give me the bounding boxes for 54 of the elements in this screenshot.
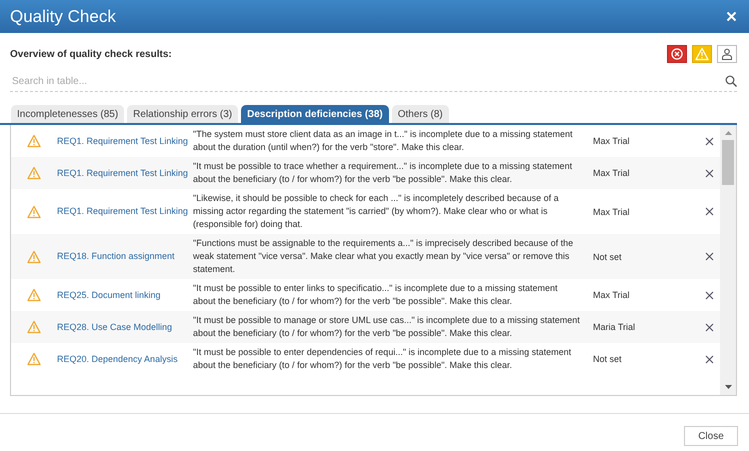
requirement-link[interactable]: REQ20. Dependency Analysis: [57, 352, 193, 366]
close-icon[interactable]: [726, 11, 737, 22]
warning-icon: [27, 250, 41, 264]
warning-icon: [27, 204, 41, 218]
requirement-link[interactable]: REQ1. Requirement Test Linking: [57, 166, 193, 180]
description-text: "It must be possible to enter dependencies of requi..." is incomplete due to a missing statement about the beneficiary (to / for whom?) for the verb "be possible". Make this clear.: [193, 346, 572, 372]
tab[interactable]: Incompletenesses (85): [11, 105, 124, 123]
scroll-down-icon: [724, 384, 732, 391]
warning-icon: [695, 47, 709, 61]
remove-icon[interactable]: [705, 207, 714, 216]
close-button[interactable]: Close: [684, 426, 738, 446]
remove-icon[interactable]: [705, 354, 714, 364]
scrollbar[interactable]: [720, 125, 736, 395]
requirement-link[interactable]: REQ1. Requirement Test Linking: [57, 134, 193, 148]
remove-icon[interactable]: [705, 290, 714, 300]
assignee-text: Not set: [593, 252, 623, 262]
description-text: "The system must store client data as an image in t..." is incomplete due to a missing statement about the duration (until when?) for the verb "store". Make this clear.: [193, 128, 574, 154]
description-text: "Functions must be assignable to the requirements a..." is imprecisely described because of the weak statement "vice versa". Make clear what you exactly mean by "vice versa" or remove this statement.: [193, 237, 574, 276]
tab[interactable]: Others (8): [392, 105, 449, 123]
description-text: "It must be possible to manage or store UML use cas..." is incomplete due to a missing statement about the beneficiary (to / for whom?) for the verb "be possible". Make this clear.: [193, 314, 581, 340]
search-field[interactable]: Search in table...: [10, 76, 725, 86]
scroll-up-icon: [724, 129, 732, 136]
assignee-text: Not set: [593, 354, 623, 364]
overview-label: Overview of quality check results:: [10, 48, 172, 60]
assignee-text: Max Trial: [593, 206, 631, 216]
user-icon: [720, 47, 734, 61]
search-icon: [725, 75, 737, 87]
assignee-text: Max Trial: [593, 136, 631, 146]
warning-icon: [27, 288, 41, 302]
description-text: "It must be possible to enter links to specificatio..." is incomplete due to a missing statement about the beneficiary (to / for whom?) for the verb "be possible". Make this clear.: [193, 282, 559, 308]
error-icon: [670, 47, 684, 61]
warning-icon: [27, 134, 41, 148]
filter-button[interactable]: [717, 45, 737, 63]
tab[interactable]: Description deficiencies (38): [241, 105, 389, 123]
requirement-link[interactable]: REQ25. Document linking: [57, 288, 193, 302]
remove-icon[interactable]: [705, 252, 714, 261]
description-text: "It must be possible to trace whether a requirement..." is incomplete due to a missing statement about the beneficiary (to / for whom?) for the verb "be possible". Make this clear.: [193, 160, 574, 186]
assignee-text: Max Trial: [593, 168, 631, 178]
remove-icon[interactable]: [705, 322, 714, 332]
tab[interactable]: Relationship errors (3): [127, 105, 238, 123]
remove-icon[interactable]: [705, 136, 714, 146]
warning-icon: [27, 320, 41, 334]
scroll-thumb[interactable]: [722, 140, 734, 185]
window-title: Quality Check: [10, 6, 116, 26]
assignee-text: Maria Trial: [593, 322, 636, 332]
assignee-text: Max Trial: [593, 290, 631, 300]
requirement-link[interactable]: REQ18. Function assignment: [57, 250, 193, 263]
warning-icon: [27, 166, 41, 180]
filter-button[interactable]: [667, 45, 687, 63]
requirement-link[interactable]: REQ28. Use Case Modelling: [57, 320, 193, 334]
warning-icon: [27, 352, 41, 366]
requirement-link[interactable]: REQ1. Requirement Test Linking: [57, 205, 193, 218]
description-text: "Likewise, it should be possible to check for each ..." is incompletely described because of a missing actor regarding the statement "is carried" (by whom?). Make clear who or what is (responsible for) doing that.: [193, 192, 560, 231]
remove-icon[interactable]: [705, 168, 714, 178]
